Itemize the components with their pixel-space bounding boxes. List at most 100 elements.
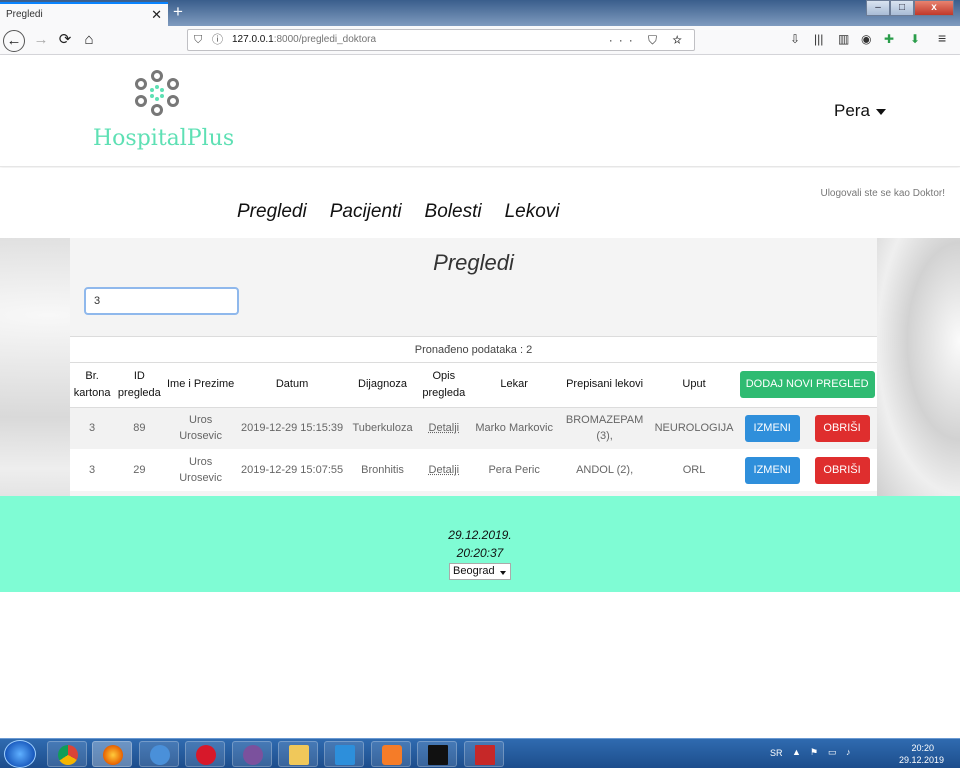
cell-dijagnoza: Tuberkuloza xyxy=(352,422,413,435)
cell-opis: Detalji xyxy=(418,407,470,449)
clock-date[interactable]: 29.12.2019 xyxy=(899,755,944,765)
cell-edit: IZMENI xyxy=(737,407,807,449)
exams-table: Br. kartona ID pregleda Ime i Prezime Da… xyxy=(70,363,877,491)
user-menu[interactable]: Pera xyxy=(834,101,886,121)
col-header-lekar: Lekar xyxy=(469,363,559,408)
col-header-ime: Ime i Prezime xyxy=(164,363,237,408)
taskbar-viber[interactable] xyxy=(232,741,272,767)
cell-lekar: Marko Markovic xyxy=(475,422,553,435)
system-tray: SR ▲ ⚑ ▭ ♪ 20:20 29.12.2019 xyxy=(760,739,960,768)
extension-alert-icon[interactable]: ⬇ xyxy=(910,32,920,46)
start-button[interactable] xyxy=(4,740,36,768)
sidebar-icon[interactable]: ▥ xyxy=(838,32,849,46)
account-icon[interactable]: ◉ xyxy=(861,32,871,46)
downloads-icon[interactable]: ⇩ xyxy=(790,32,800,46)
home-button[interactable]: ⌂ xyxy=(78,30,100,52)
cell-lekovi: BROMAZEPAM (3), xyxy=(565,414,644,443)
cell-id: 89 xyxy=(133,422,146,435)
os-taskbar: SR ▲ ⚑ ▭ ♪ 20:20 29.12.2019 xyxy=(0,738,960,768)
caret-down-icon xyxy=(875,108,886,115)
cell-delete: OBRIŠI xyxy=(807,407,877,449)
tracking-shield-icon[interactable]: ⛉ xyxy=(194,30,202,50)
taskbar-chrome[interactable] xyxy=(47,741,87,767)
volume-icon[interactable]: ♪ xyxy=(846,747,851,757)
menu-icon[interactable]: ≡ xyxy=(938,30,946,46)
flag-icon[interactable]: ⚑ xyxy=(810,747,818,758)
edit-button[interactable]: IZMENI xyxy=(744,414,800,442)
site-info-icon[interactable]: ⓘ xyxy=(212,30,223,50)
nav-item-lekovi[interactable]: Lekovi xyxy=(505,201,560,223)
cell-dijagnoza: Bronhitis xyxy=(361,464,404,476)
nav-item-bolesti[interactable]: Bolesti xyxy=(425,201,482,223)
col-header-kartona: Br. kartona xyxy=(70,363,115,408)
cell-datum: 2019-12-29 15:15:39 xyxy=(240,422,344,435)
library-icon[interactable]: ||| xyxy=(814,32,823,46)
cell-edit: IZMENI xyxy=(737,449,807,491)
taskbar-vscode[interactable] xyxy=(324,741,364,767)
taskbar-app[interactable] xyxy=(139,741,179,767)
url-path: :8000/pregledi_doktora xyxy=(273,34,377,45)
edit-button[interactable]: IZMENI xyxy=(744,456,800,484)
cell-ime: Uros Urosevic xyxy=(179,456,223,484)
nav-menu: Pregledi Pacijenti Bolesti Lekovi xyxy=(237,201,560,223)
forward-button[interactable]: → xyxy=(30,30,52,52)
url-host: 127.0.0.1 xyxy=(232,34,274,45)
taskbar-firefox[interactable] xyxy=(92,741,132,767)
nav-item-pregledi[interactable]: Pregledi xyxy=(237,201,307,223)
cell-uput: ORL xyxy=(682,464,706,476)
details-link[interactable]: Detalji xyxy=(429,422,460,434)
clock-time[interactable]: 20:20 xyxy=(911,743,934,753)
reload-button[interactable]: ⟳ xyxy=(54,30,76,52)
details-link[interactable]: Detalji xyxy=(429,464,460,476)
minimize-button[interactable]: – xyxy=(866,0,890,16)
cell-kartona: 3 xyxy=(89,422,96,435)
cell-id: 29 xyxy=(133,464,146,476)
browser-tab-bar: Pregledi ✕ + – □ x xyxy=(0,0,960,26)
taskbar-opera[interactable] xyxy=(185,741,225,767)
city-select[interactable]: Beograd xyxy=(449,563,511,580)
language-indicator[interactable]: SR xyxy=(770,748,783,758)
browser-tab[interactable]: Pregledi ✕ xyxy=(0,2,168,26)
search-input[interactable] xyxy=(84,287,239,315)
address-bar[interactable]: ⛉ ⓘ 127.0.0.1:8000/pregledi_doktora ··· … xyxy=(187,29,695,51)
add-exam-button[interactable]: DODAJ NOVI PREGLED xyxy=(739,371,875,399)
results-count: Pronađeno podataka : 2 xyxy=(70,336,877,363)
table-row: 3 29 Uros Urosevic 2019-12-29 15:07:55 B… xyxy=(70,449,877,491)
tab-title: Pregledi xyxy=(6,9,43,20)
col-header-id: ID pregleda xyxy=(114,363,165,408)
logo-icon[interactable] xyxy=(133,70,181,118)
taskbar-cmd[interactable] xyxy=(417,741,457,767)
cell-delete: OBRIŠI xyxy=(807,449,877,491)
table-body: 3 89 Uros Urosevic 2019-12-29 15:15:39 T… xyxy=(70,407,877,491)
taskbar-app-red[interactable] xyxy=(464,741,504,767)
brand-name[interactable]: HospitalPlus xyxy=(93,126,234,151)
maximize-button[interactable]: □ xyxy=(890,0,914,16)
cell-kartona: 3 xyxy=(89,464,96,476)
cell-lekovi: ANDOL (2), xyxy=(576,464,634,476)
page-title: Pregledi xyxy=(433,250,514,275)
tray-expand-icon[interactable]: ▲ xyxy=(792,747,801,757)
footer-date: 29.12.2019. xyxy=(448,528,512,542)
delete-button[interactable]: OBRIŠI xyxy=(814,456,870,484)
nav-item-pacijenti[interactable]: Pacijenti xyxy=(330,201,402,223)
browser-nav-bar: ← → ⟳ ⌂ ⛉ ⓘ 127.0.0.1:8000/pregledi_dokt… xyxy=(0,26,960,55)
cell-datum: 2019-12-29 15:07:55 xyxy=(240,464,344,476)
network-icon[interactable]: ▭ xyxy=(828,747,837,758)
login-status: Ulogovali ste se kao Doktor! xyxy=(820,188,945,199)
page-actions[interactable]: ··· ⛉ ☆ xyxy=(609,30,688,50)
tab-close-icon[interactable]: ✕ xyxy=(151,7,162,23)
col-header-uput: Uput xyxy=(650,363,738,408)
col-header-dijagnoza: Dijagnoza xyxy=(347,363,418,408)
table-row: 3 89 Uros Urosevic 2019-12-29 15:15:39 T… xyxy=(70,407,877,449)
extension-icon[interactable]: ✚ xyxy=(884,32,894,46)
taskbar-xampp[interactable] xyxy=(371,741,411,767)
taskbar-explorer[interactable] xyxy=(278,741,318,767)
chevron-down-icon xyxy=(500,571,506,575)
site-header: HospitalPlus Pera xyxy=(0,55,960,167)
window-close-button[interactable]: x xyxy=(914,0,954,16)
new-tab-button[interactable]: + xyxy=(173,2,183,22)
back-button[interactable]: ← xyxy=(3,30,25,52)
delete-button[interactable]: OBRIŠI xyxy=(814,414,870,442)
cell-lekar: Pera Peric xyxy=(488,464,540,476)
col-header-actions: DODAJ NOVI PREGLED xyxy=(737,363,877,408)
